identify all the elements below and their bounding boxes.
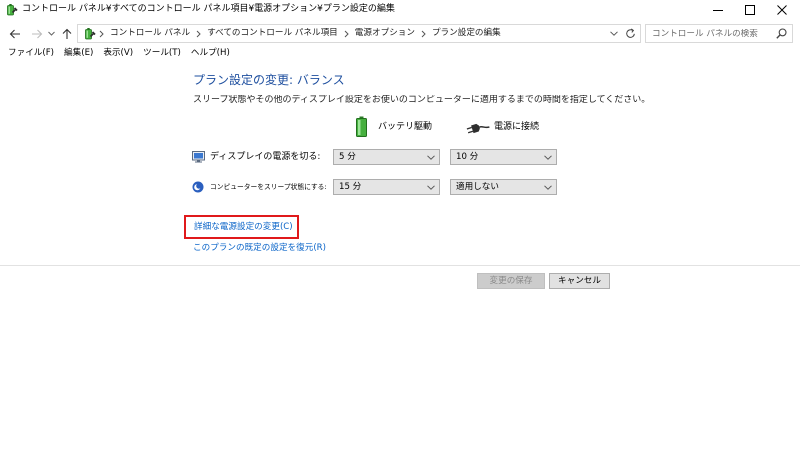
footer-divider: [0, 265, 800, 266]
battery-column-header: バッテリ駆動: [378, 122, 433, 132]
page-title: プラン設定の変更: バランス: [193, 73, 345, 87]
chevron-right-icon[interactable]: [196, 30, 201, 38]
minimize-button[interactable]: [702, 0, 734, 19]
breadcrumb-power-options[interactable]: 電源オプション: [352, 25, 418, 42]
select-value: 適用しない: [456, 182, 499, 192]
power-plug-icon: [466, 123, 490, 134]
chevron-right-icon[interactable]: [421, 30, 426, 38]
advanced-settings-link[interactable]: 詳細な電源設定の変更(C): [194, 221, 293, 233]
maximize-icon[interactable]: [745, 4, 755, 15]
highlight-box: 詳細な電源設定の変更(C): [184, 215, 299, 239]
display-off-plugged-in-select[interactable]: 10 分: [450, 149, 557, 165]
forward-button[interactable]: [28, 24, 46, 43]
chevron-down-icon[interactable]: [544, 154, 552, 160]
close-button[interactable]: [766, 0, 798, 19]
menu-bar: ファイル(F) 編集(E) 表示(V) ツール(T) ヘルプ(H): [3, 45, 235, 61]
breadcrumb-all-control-panel-items[interactable]: すべてのコントロール パネル項目: [204, 25, 341, 42]
sleep-icon: [192, 181, 204, 193]
plugged-in-column-header: 電源に接続: [494, 122, 540, 132]
address-history-dropdown[interactable]: [606, 25, 621, 42]
restore-defaults-link[interactable]: このプランの既定の設定を復元(R): [193, 242, 326, 254]
back-arrow-icon[interactable]: [9, 28, 21, 40]
menu-file[interactable]: ファイル(F): [3, 45, 59, 61]
display-off-battery-select[interactable]: 5 分: [333, 149, 440, 165]
sleep-battery-select[interactable]: 15 分: [333, 179, 440, 195]
breadcrumb-separator[interactable]: [96, 25, 107, 42]
display-icon: [192, 151, 205, 163]
select-value: 15 分: [339, 182, 362, 192]
maximize-button[interactable]: [734, 0, 766, 19]
breadcrumb-separator[interactable]: [418, 25, 429, 42]
menu-tools[interactable]: ツール(T): [138, 45, 186, 61]
breadcrumb: コントロール パネル すべてのコントロール パネル項目 電源オプション プラン設…: [78, 25, 606, 42]
chevron-right-icon[interactable]: [99, 30, 104, 38]
back-button[interactable]: [6, 24, 24, 43]
window-title: コントロール パネル¥すべてのコントロール パネル項目¥電源オプション¥プラン設…: [22, 4, 395, 14]
power-options-icon: [7, 4, 18, 16]
chevron-down-icon[interactable]: [427, 184, 435, 190]
up-button[interactable]: [58, 24, 76, 43]
menu-view[interactable]: 表示(V): [98, 45, 138, 61]
menu-help[interactable]: ヘルプ(H): [186, 45, 235, 61]
sleep-label: コンピューターをスリープ状態にする:: [210, 183, 327, 191]
search-box[interactable]: [645, 24, 793, 43]
select-value: 10 分: [456, 152, 479, 162]
control-panel-window: コントロール パネル¥すべてのコントロール パネル項目¥電源オプション¥プラン設…: [0, 0, 800, 451]
minimize-icon[interactable]: [713, 5, 723, 15]
chevron-down-icon[interactable]: [609, 31, 618, 36]
display-off-label: ディスプレイの電源を切る:: [210, 152, 321, 162]
close-icon[interactable]: [777, 4, 787, 15]
chevron-down-icon[interactable]: [544, 184, 552, 190]
page-description: スリープ状態やその他のディスプレイ設定をお使いのコンピューターに適用するまでの時…: [193, 95, 651, 105]
breadcrumb-edit-plan-settings[interactable]: プラン設定の編集: [429, 25, 504, 42]
cancel-button[interactable]: キャンセル: [549, 273, 610, 289]
up-arrow-icon[interactable]: [61, 28, 73, 40]
breadcrumb-separator[interactable]: [193, 25, 204, 42]
address-bar[interactable]: コントロール パネル すべてのコントロール パネル項目 電源オプション プラン設…: [77, 24, 641, 43]
power-options-icon: [85, 28, 96, 40]
recent-locations-button[interactable]: [45, 24, 57, 43]
refresh-icon[interactable]: [625, 28, 636, 39]
sleep-plugged-in-select[interactable]: 適用しない: [450, 179, 557, 195]
menu-edit[interactable]: 編集(E): [59, 45, 98, 61]
forward-arrow-icon[interactable]: [31, 28, 43, 40]
action-buttons: 変更の保存 キャンセル: [477, 273, 610, 289]
search-icon[interactable]: [776, 28, 787, 39]
breadcrumb-control-panel[interactable]: コントロール パネル: [107, 25, 193, 42]
chevron-down-icon[interactable]: [427, 154, 435, 160]
title-bar[interactable]: コントロール パネル¥すべてのコントロール パネル項目¥電源オプション¥プラン設…: [0, 0, 800, 19]
refresh-button[interactable]: [621, 25, 640, 42]
search-input[interactable]: [652, 28, 776, 39]
breadcrumb-separator[interactable]: [341, 25, 352, 42]
chevron-right-icon[interactable]: [344, 30, 349, 38]
select-value: 5 分: [339, 152, 356, 162]
save-changes-button[interactable]: 変更の保存: [477, 273, 545, 289]
recent-locations-icon[interactable]: [47, 31, 55, 36]
battery-icon: [356, 116, 367, 137]
